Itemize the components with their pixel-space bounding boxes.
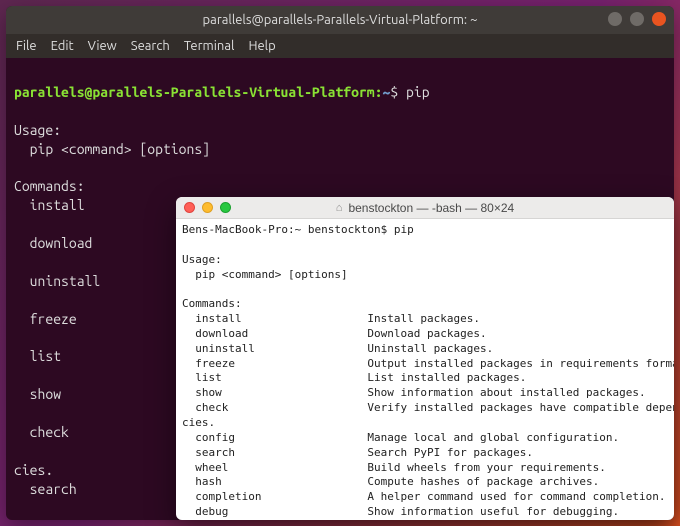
prompt-user: parallels@parallels-Parallels-Virtual-Pl… <box>14 84 375 100</box>
close-icon[interactable] <box>184 202 195 213</box>
ubuntu-titlebar[interactable]: parallels@parallels-Parallels-Virtual-Pl… <box>6 6 674 34</box>
usage-header: Usage: <box>14 122 61 138</box>
maximize-icon[interactable] <box>220 202 231 213</box>
mac-terminal-body[interactable]: Bens-MacBook-Pro:~ benstockton$ pip Usag… <box>176 219 674 520</box>
usage-header: Usage: <box>182 253 222 266</box>
prompt-line: Bens-MacBook-Pro:~ benstockton$ pip <box>182 223 414 236</box>
menu-edit[interactable]: Edit <box>51 39 74 53</box>
mac-terminal-window: ⌂ benstockton — -bash — 80×24 Bens-MacBo… <box>176 197 674 520</box>
wrapped-text: cies. <box>182 416 215 429</box>
minimize-icon[interactable] <box>608 12 622 26</box>
menu-view[interactable]: View <box>88 39 117 53</box>
usage-line: pip <command> [options] <box>182 268 348 281</box>
home-icon: ⌂ <box>336 202 343 214</box>
menubar: File Edit View Search Terminal Help <box>6 34 674 58</box>
minimize-icon[interactable] <box>202 202 213 213</box>
commands-header: Commands: <box>14 178 85 194</box>
usage-line: pip <command> [options] <box>14 141 210 157</box>
traffic-lights <box>184 202 231 213</box>
window-title: parallels@parallels-Parallels-Virtual-Pl… <box>203 13 478 27</box>
window-controls <box>608 12 666 26</box>
maximize-icon[interactable] <box>630 12 644 26</box>
mac-titlebar[interactable]: ⌂ benstockton — -bash — 80×24 <box>176 197 674 219</box>
prompt-dollar: $ <box>390 84 398 100</box>
menu-help[interactable]: Help <box>248 39 275 53</box>
typed-command: pip <box>398 84 429 100</box>
menu-terminal[interactable]: Terminal <box>184 39 235 53</box>
menu-file[interactable]: File <box>16 39 37 53</box>
menu-search[interactable]: Search <box>131 39 170 53</box>
wrapped-text: cies. <box>14 462 53 478</box>
commands-header: Commands: <box>182 297 242 310</box>
window-title: benstockton — -bash — 80×24 <box>348 201 514 215</box>
close-icon[interactable] <box>652 12 666 26</box>
